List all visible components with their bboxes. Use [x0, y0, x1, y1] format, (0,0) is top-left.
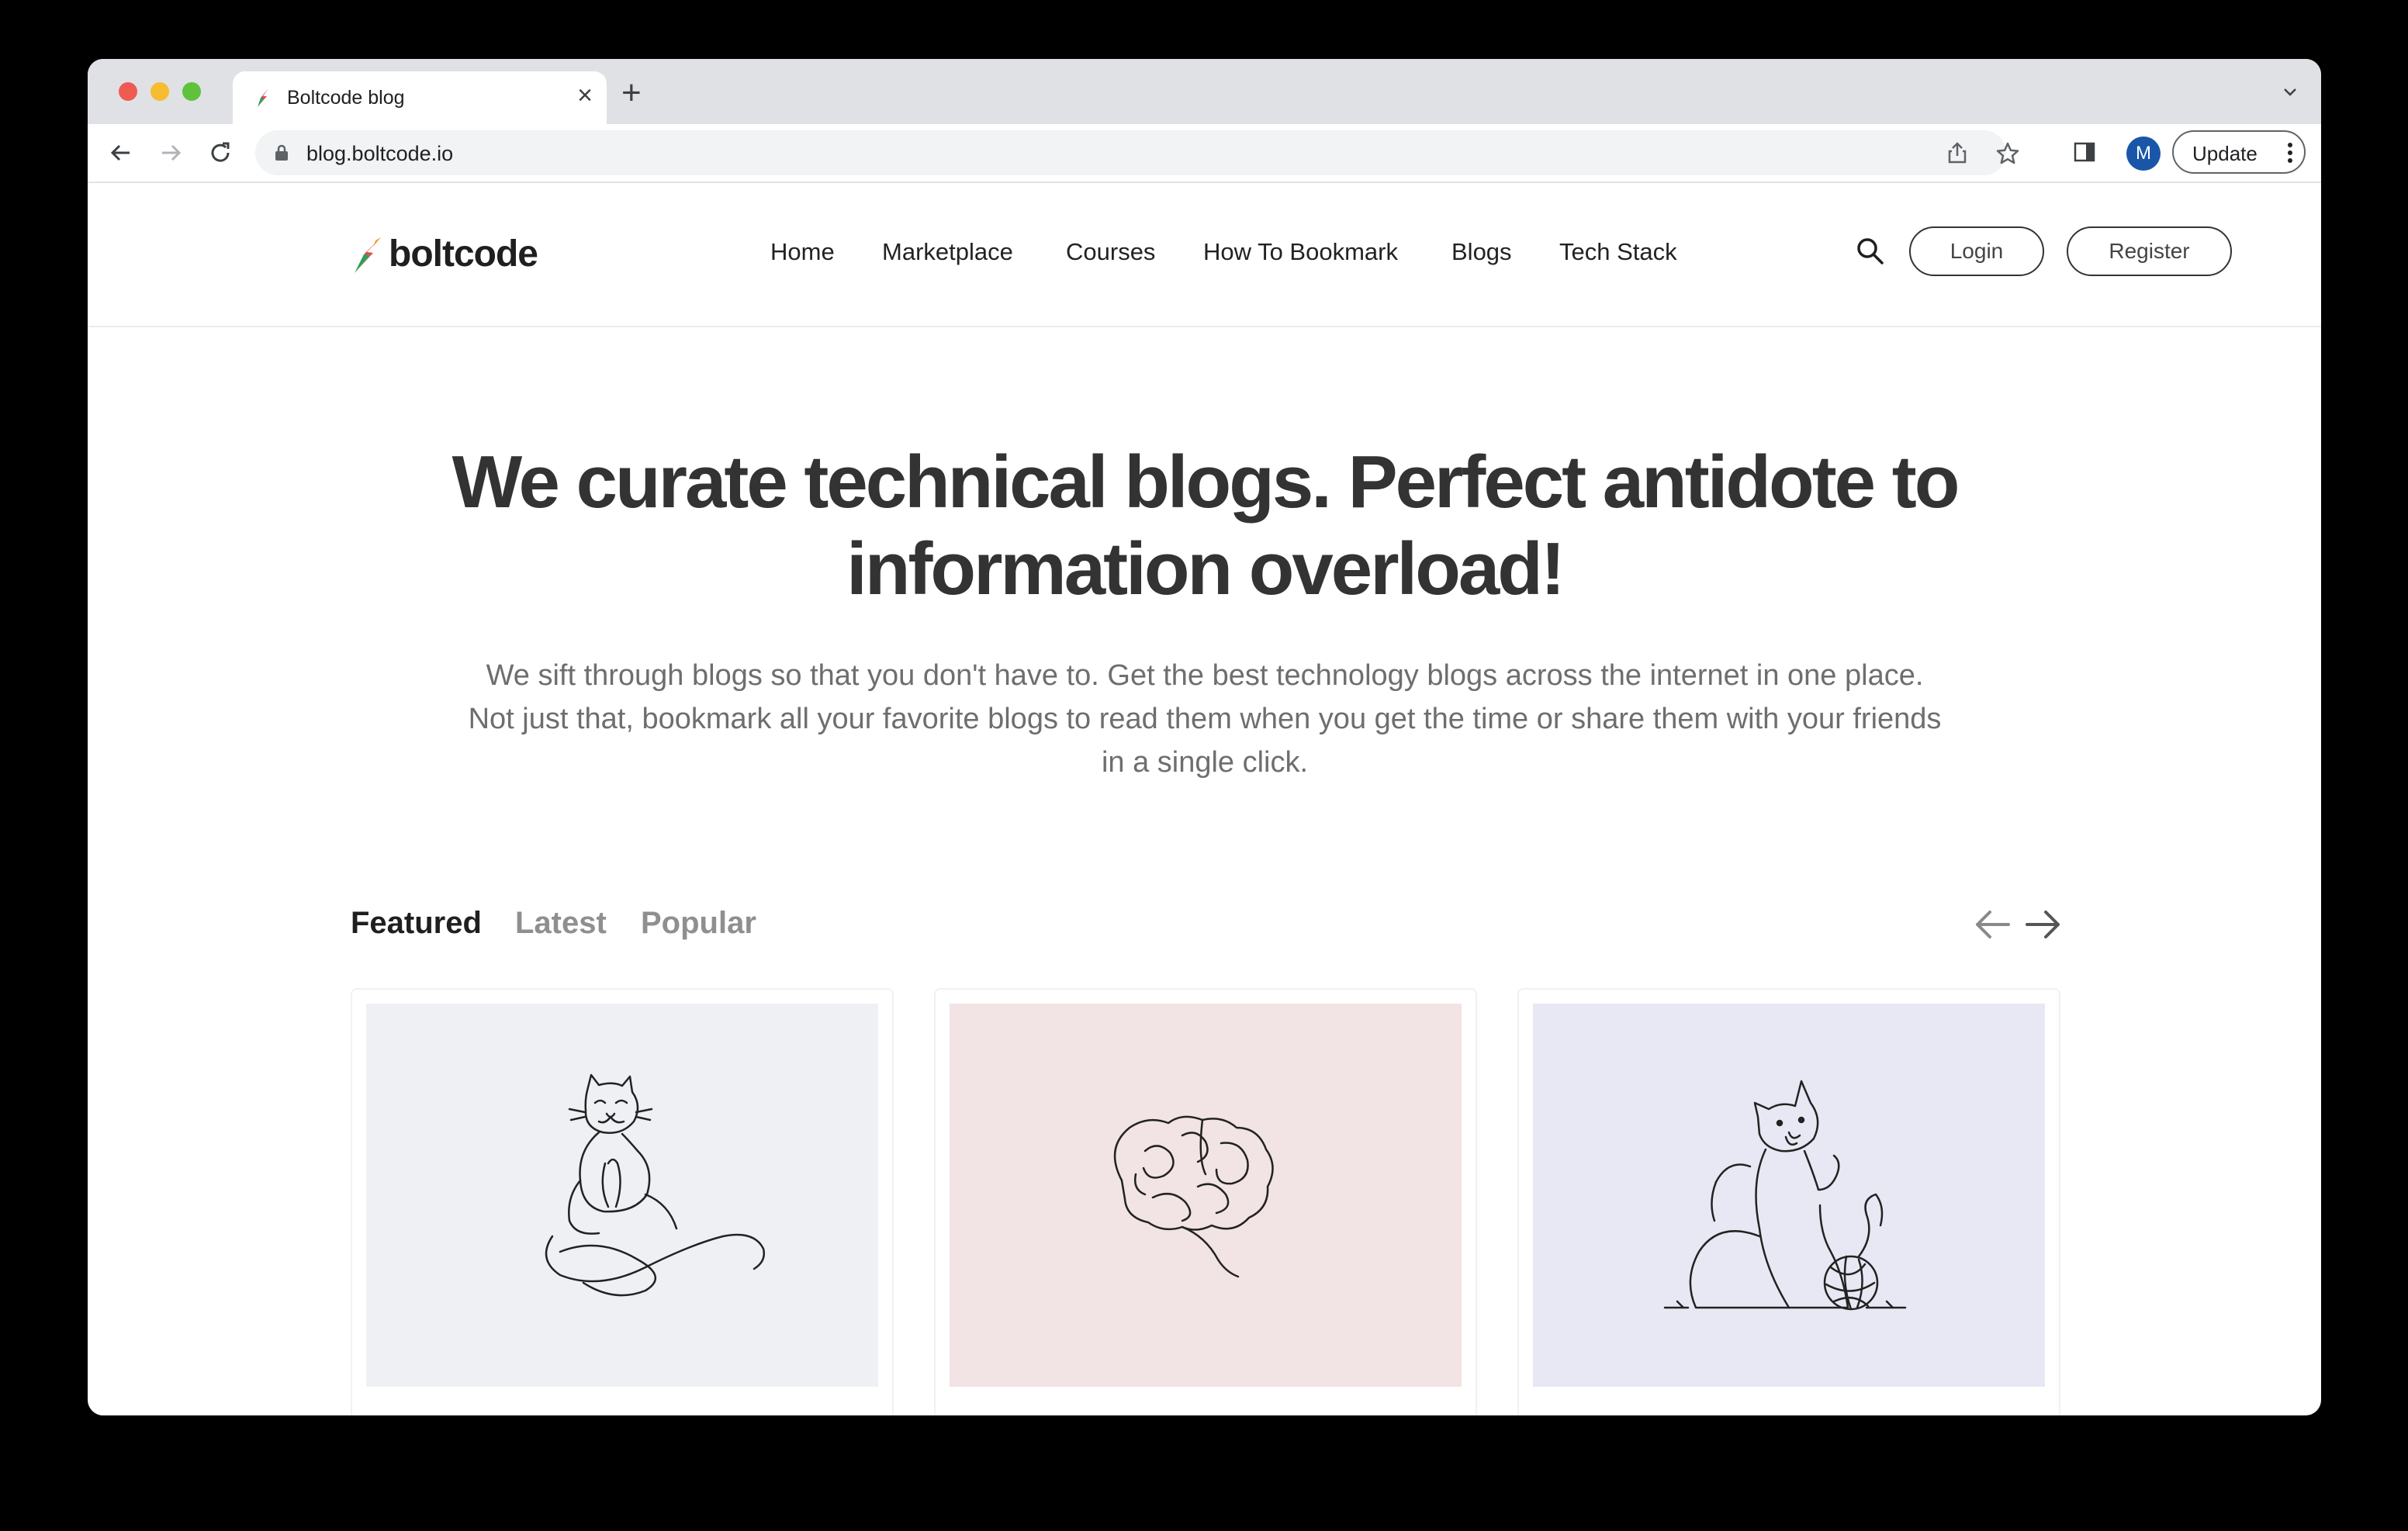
address-bar[interactable]: blog.boltcode.io	[255, 130, 2019, 175]
register-button[interactable]: Register	[2067, 226, 2232, 276]
new-tab-icon[interactable]: +	[621, 76, 642, 110]
url-text: blog.boltcode.io	[306, 142, 454, 165]
nav-how-to-bookmark[interactable]: How To Bookmark	[1203, 238, 1398, 266]
nav-blogs[interactable]: Blogs	[1451, 238, 1512, 266]
browser-toolbar: blog.boltcode.io M Update	[88, 124, 2321, 183]
tab-title: Boltcode blog	[287, 87, 405, 109]
tab-featured[interactable]: Featured	[351, 906, 482, 941]
update-label: Update	[2192, 142, 2258, 165]
browser-window: Boltcode blog × + blog.boltcode.io M Upd…	[88, 59, 2321, 1415]
blog-card[interactable]	[351, 988, 894, 1415]
hero-title-line-2: information overload!	[846, 527, 1566, 610]
minimize-window-button[interactable]	[150, 82, 169, 101]
tab-latest[interactable]: Latest	[515, 906, 607, 941]
reload-icon[interactable]	[207, 140, 234, 166]
forward-arrow-icon[interactable]	[157, 140, 184, 166]
hero-subtitle-line-1: We sift through blogs so that you don't …	[486, 659, 1924, 692]
blog-card[interactable]	[934, 988, 1477, 1415]
close-window-button[interactable]	[119, 82, 137, 101]
tab-popular[interactable]: Popular	[641, 906, 756, 941]
bolt-logo-icon	[355, 237, 381, 273]
nav-tech-stack[interactable]: Tech Stack	[1559, 238, 1677, 266]
update-button[interactable]: Update	[2172, 130, 2306, 174]
site-header: boltcode Home Marketplace Courses How To…	[88, 181, 2321, 327]
search-icon[interactable]	[1855, 236, 1886, 267]
nav-home[interactable]: Home	[770, 238, 835, 266]
hero-title-line-1: We curate technical blogs. Perfect antid…	[452, 441, 1960, 524]
lock-icon	[275, 144, 288, 161]
hero-subtitle: We sift through blogs so that you don't …	[429, 654, 1981, 784]
card-image[interactable]	[366, 1004, 878, 1387]
meditating-cat-illustration-icon	[545, 1073, 765, 1297]
side-panel-icon[interactable]	[2072, 140, 2097, 164]
card-image[interactable]	[950, 1004, 1462, 1387]
blog-card[interactable]	[1517, 988, 2060, 1415]
cat-with-yarn-illustration-icon	[1663, 1080, 1907, 1311]
card-image[interactable]	[1533, 1004, 2045, 1387]
profile-avatar[interactable]: M	[2126, 137, 2161, 171]
tab-strip: Boltcode blog × +	[88, 59, 2321, 124]
more-vertical-icon[interactable]	[2287, 142, 2293, 164]
back-arrow-icon[interactable]	[108, 140, 134, 166]
hero-subtitle-line-2: Not just that, bookmark all your favorit…	[468, 703, 1942, 735]
tab-search-chevron-icon[interactable]	[2281, 82, 2299, 101]
hero-title: We curate technical blogs. Perfect antid…	[429, 439, 1981, 613]
nav-marketplace[interactable]: Marketplace	[882, 238, 1013, 266]
boltcode-favicon-icon	[258, 88, 268, 107]
login-button[interactable]: Login	[1909, 226, 2044, 276]
close-tab-icon[interactable]: ×	[577, 82, 593, 109]
nav-courses[interactable]: Courses	[1066, 238, 1155, 266]
hero-subtitle-line-3: in a single click.	[1101, 746, 1309, 779]
brain-illustration-icon	[1113, 1115, 1274, 1278]
share-icon[interactable]	[1946, 141, 1969, 164]
logo-text: boltcode	[389, 233, 538, 275]
carousel-next-arrow-icon[interactable]	[2024, 908, 2063, 941]
carousel-prev-arrow-icon[interactable]	[1973, 908, 2012, 941]
browser-tab[interactable]: Boltcode blog ×	[233, 71, 607, 124]
maximize-window-button[interactable]	[182, 82, 201, 101]
bookmark-star-icon[interactable]	[1995, 141, 2020, 166]
